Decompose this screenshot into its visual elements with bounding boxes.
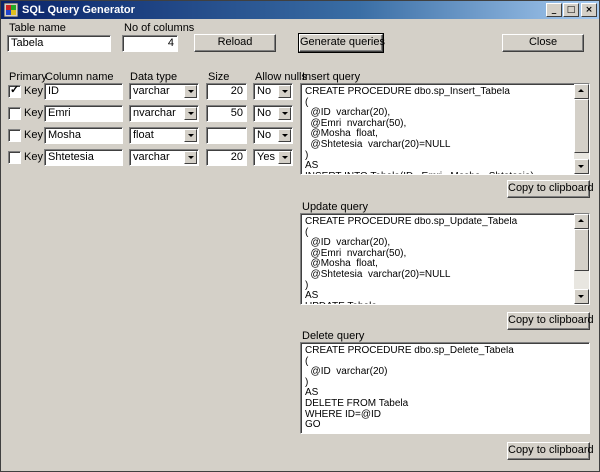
primary-key-checkbox[interactable]: ✓ xyxy=(8,107,21,120)
title-bar[interactable]: SQL Query Generator _ □ × xyxy=(1,1,599,19)
size-input[interactable]: 20 xyxy=(206,149,247,166)
update-scroll-thumb[interactable] xyxy=(574,229,589,271)
data-type-value: nvarchar xyxy=(133,107,176,119)
insert-query-textarea[interactable]: CREATE PROCEDURE dbo.sp_Insert_Tabela ( … xyxy=(300,83,590,175)
chevron-down-icon[interactable] xyxy=(278,129,291,142)
size-input[interactable]: 20 xyxy=(206,83,247,100)
chevron-down-icon[interactable] xyxy=(278,107,291,120)
chevron-down-icon[interactable] xyxy=(278,85,291,98)
allow-nulls-select[interactable]: No xyxy=(253,127,293,144)
key-label: Key xyxy=(24,107,43,119)
allow-nulls-value: Yes xyxy=(257,151,275,163)
chevron-down-icon[interactable] xyxy=(278,151,291,164)
update-query-scrollbar[interactable] xyxy=(574,214,589,304)
generate-queries-button[interactable]: Generate queries xyxy=(298,33,385,53)
insert-query-scrollbar[interactable] xyxy=(574,84,589,174)
close-window-button[interactable]: × xyxy=(581,3,597,17)
data-type-select[interactable]: varchar xyxy=(129,149,199,166)
data-type-value: float xyxy=(133,129,154,141)
column-name-input[interactable]: Mosha xyxy=(44,127,123,144)
size-input[interactable] xyxy=(206,127,247,144)
allow-nulls-value: No xyxy=(257,107,272,119)
key-label: Key xyxy=(24,129,43,141)
chevron-down-icon[interactable] xyxy=(184,129,197,142)
allow-nulls-select[interactable]: No xyxy=(253,83,293,100)
reload-button[interactable]: Reload xyxy=(194,34,276,52)
chevron-down-icon[interactable] xyxy=(184,107,197,120)
size-input[interactable]: 50 xyxy=(206,105,247,122)
maximize-button[interactable]: □ xyxy=(563,3,579,17)
scroll-up-icon[interactable] xyxy=(574,214,589,229)
copy-insert-button[interactable]: Copy to clipboard xyxy=(507,180,594,198)
insert-query-text: CREATE PROCEDURE dbo.sp_Insert_Tabela ( … xyxy=(305,87,534,174)
copy-update-button[interactable]: Copy to clipboard xyxy=(507,312,594,330)
table-name-label: Table name xyxy=(9,22,66,34)
update-query-textarea[interactable]: CREATE PROCEDURE dbo.sp_Update_Tabela ( … xyxy=(300,213,590,305)
data-type-select[interactable]: varchar xyxy=(129,83,199,100)
allow-nulls-select[interactable]: Yes xyxy=(253,149,293,166)
minimize-button[interactable]: _ xyxy=(546,3,562,17)
column-name-input[interactable]: Emri xyxy=(44,105,123,122)
copy-delete-button[interactable]: Copy to clipboard xyxy=(507,442,594,460)
primary-key-checkbox[interactable]: ✓ xyxy=(8,84,21,98)
chevron-down-icon[interactable] xyxy=(184,85,197,98)
data-type-value: varchar xyxy=(133,85,170,97)
update-query-text: CREATE PROCEDURE dbo.sp_Update_Tabela ( … xyxy=(305,217,518,304)
table-name-input[interactable]: Tabela xyxy=(7,35,111,52)
no-of-columns-input[interactable]: 4 xyxy=(122,35,178,52)
data-type-value: varchar xyxy=(133,151,170,163)
chevron-down-icon[interactable] xyxy=(184,151,197,164)
scroll-down-icon[interactable] xyxy=(574,289,589,304)
column-name-input[interactable]: Shtetesia xyxy=(44,149,123,166)
data-type-select[interactable]: nvarchar xyxy=(129,105,199,122)
primary-key-checkbox[interactable]: ✓ xyxy=(8,151,21,164)
allow-nulls-value: No xyxy=(257,129,272,141)
app-window: SQL Query Generator _ □ × Table name Tab… xyxy=(0,0,600,472)
no-of-columns-label: No of columns xyxy=(124,22,195,34)
allow-nulls-value: No xyxy=(257,85,272,97)
data-type-select[interactable]: float xyxy=(129,127,199,144)
column-name-input[interactable]: ID xyxy=(44,83,123,100)
delete-query-text: CREATE PROCEDURE dbo.sp_Delete_Tabela ( … xyxy=(305,346,514,431)
key-label: Key xyxy=(24,85,43,97)
primary-key-checkbox[interactable]: ✓ xyxy=(8,129,21,142)
window-title: SQL Query Generator xyxy=(22,4,135,16)
checkmark-icon: ✓ xyxy=(10,84,20,96)
close-button[interactable]: Close xyxy=(502,34,584,52)
scroll-down-icon[interactable] xyxy=(574,159,589,174)
insert-scroll-thumb[interactable] xyxy=(574,99,589,153)
app-icon xyxy=(4,3,18,17)
key-label: Key xyxy=(24,151,43,163)
allow-nulls-select[interactable]: No xyxy=(253,105,293,122)
delete-query-textarea[interactable]: CREATE PROCEDURE dbo.sp_Delete_Tabela ( … xyxy=(300,342,590,434)
scroll-up-icon[interactable] xyxy=(574,84,589,99)
